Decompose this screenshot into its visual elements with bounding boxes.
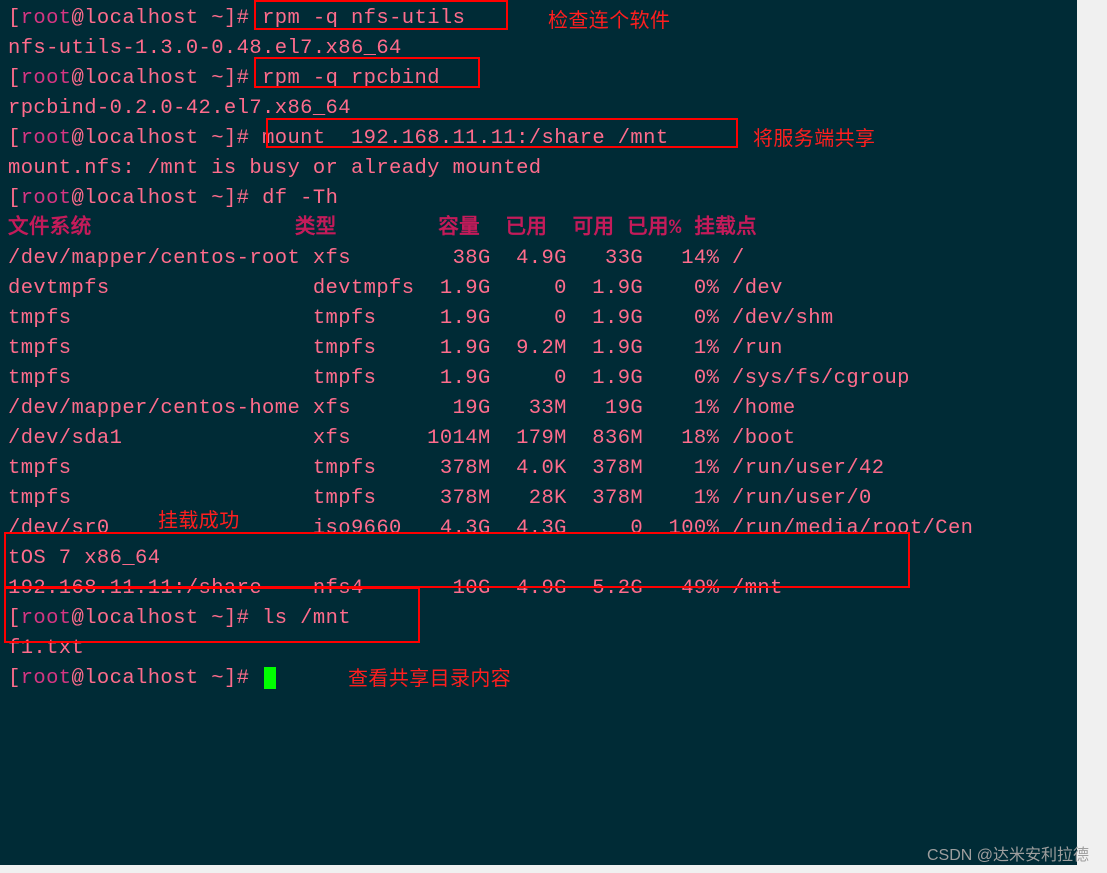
df-row: tmpfs tmpfs 1.9G 0 1.9G 0% /dev/shm: [8, 304, 1077, 334]
command-rpm-rpcbind: rpm -q rpcbind: [262, 67, 440, 90]
terminal-line: [root@localhost ~]# df -Th: [8, 184, 1077, 214]
df-row: /dev/sda1 xfs 1014M 179M 836M 18% /boot: [8, 424, 1077, 454]
command-df: df -Th: [262, 187, 338, 210]
output-line: nfs-utils-1.3.0-0.48.el7.x86_64: [8, 34, 1077, 64]
terminal-line: [root@localhost ~]# mount 192.168.11.11:…: [8, 124, 1077, 154]
df-row: /dev/sr0 iso9660 4.3G 4.3G 0 100% /run/m…: [8, 514, 1077, 544]
output-line: mount.nfs: /mnt is busy or already mount…: [8, 154, 1077, 184]
terminal-line: [root@localhost ~]#: [8, 664, 1077, 694]
df-row: tmpfs tmpfs 1.9G 0 1.9G 0% /sys/fs/cgrou…: [8, 364, 1077, 394]
command-rpm-nfs: rpm -q nfs-utils: [262, 7, 465, 30]
df-row: tmpfs tmpfs 378M 28K 378M 1% /run/user/0: [8, 484, 1077, 514]
df-row-nfs: 192.168.11.11:/share nfs4 10G 4.9G 5.2G …: [8, 574, 1077, 604]
terminal-line: [root@localhost ~]# rpm -q rpcbind: [8, 64, 1077, 94]
df-row: devtmpfs devtmpfs 1.9G 0 1.9G 0% /dev: [8, 274, 1077, 304]
watermark: CSDN @达米安利拉德: [927, 841, 1089, 865]
cursor-icon: [264, 667, 276, 689]
df-row: tmpfs tmpfs 1.9G 9.2M 1.9G 1% /run: [8, 334, 1077, 364]
df-row: /dev/mapper/centos-home xfs 19G 33M 19G …: [8, 394, 1077, 424]
command-mount: mount 192.168.11.11:/share /mnt: [262, 127, 668, 150]
command-ls: ls /mnt: [262, 607, 351, 630]
terminal-line: [root@localhost ~]# ls /mnt: [8, 604, 1077, 634]
terminal-window[interactable]: [root@localhost ~]# rpm -q nfs-utils nfs…: [0, 0, 1077, 865]
output-line: f1.txt: [8, 634, 1077, 664]
df-row: tmpfs tmpfs 378M 4.0K 378M 1% /run/user/…: [8, 454, 1077, 484]
df-header: 文件系统 类型 容量 已用 可用 已用% 挂载点: [8, 214, 1077, 244]
output-line: rpcbind-0.2.0-42.el7.x86_64: [8, 94, 1077, 124]
terminal-line: [root@localhost ~]# rpm -q nfs-utils: [8, 4, 1077, 34]
df-row: /dev/mapper/centos-root xfs 38G 4.9G 33G…: [8, 244, 1077, 274]
df-row: tOS 7 x86_64: [8, 544, 1077, 574]
